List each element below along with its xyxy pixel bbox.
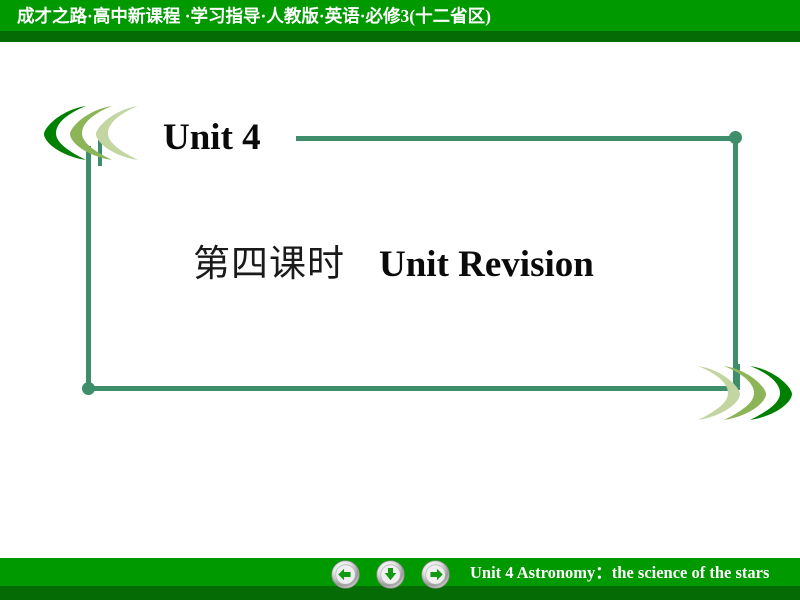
lesson-title-label: Unit Revision — [379, 244, 594, 285]
right-chevron-cluster — [690, 364, 800, 426]
left-chevron-cluster — [36, 104, 148, 166]
frame-corner-dot-top-right — [729, 131, 742, 144]
header-bar-shadow — [0, 31, 800, 42]
lesson-number-label: 第四课时 — [193, 244, 345, 285]
down-button[interactable] — [376, 560, 405, 589]
chevron-right-dark-icon — [750, 366, 792, 420]
lesson-title: 第四课时 Unit Revision — [193, 240, 594, 290]
frame-line-bottom — [88, 386, 736, 391]
chevron-left-dark-icon — [44, 106, 86, 160]
frame-line-right — [733, 138, 738, 390]
header-title: 成才之路·高中新课程 ·学习指导·人教版·英语·必修3(十二省区) — [17, 6, 491, 26]
unit-heading: Unit 4 — [163, 117, 261, 158]
footer-title: Unit 4 Astronomy：the science of the star… — [470, 563, 770, 582]
frame-corner-dot-bottom-left — [82, 382, 95, 395]
frame-line-left — [86, 146, 91, 390]
forward-button[interactable] — [421, 560, 450, 589]
back-button[interactable] — [331, 560, 360, 589]
frame-line-top — [296, 136, 738, 141]
